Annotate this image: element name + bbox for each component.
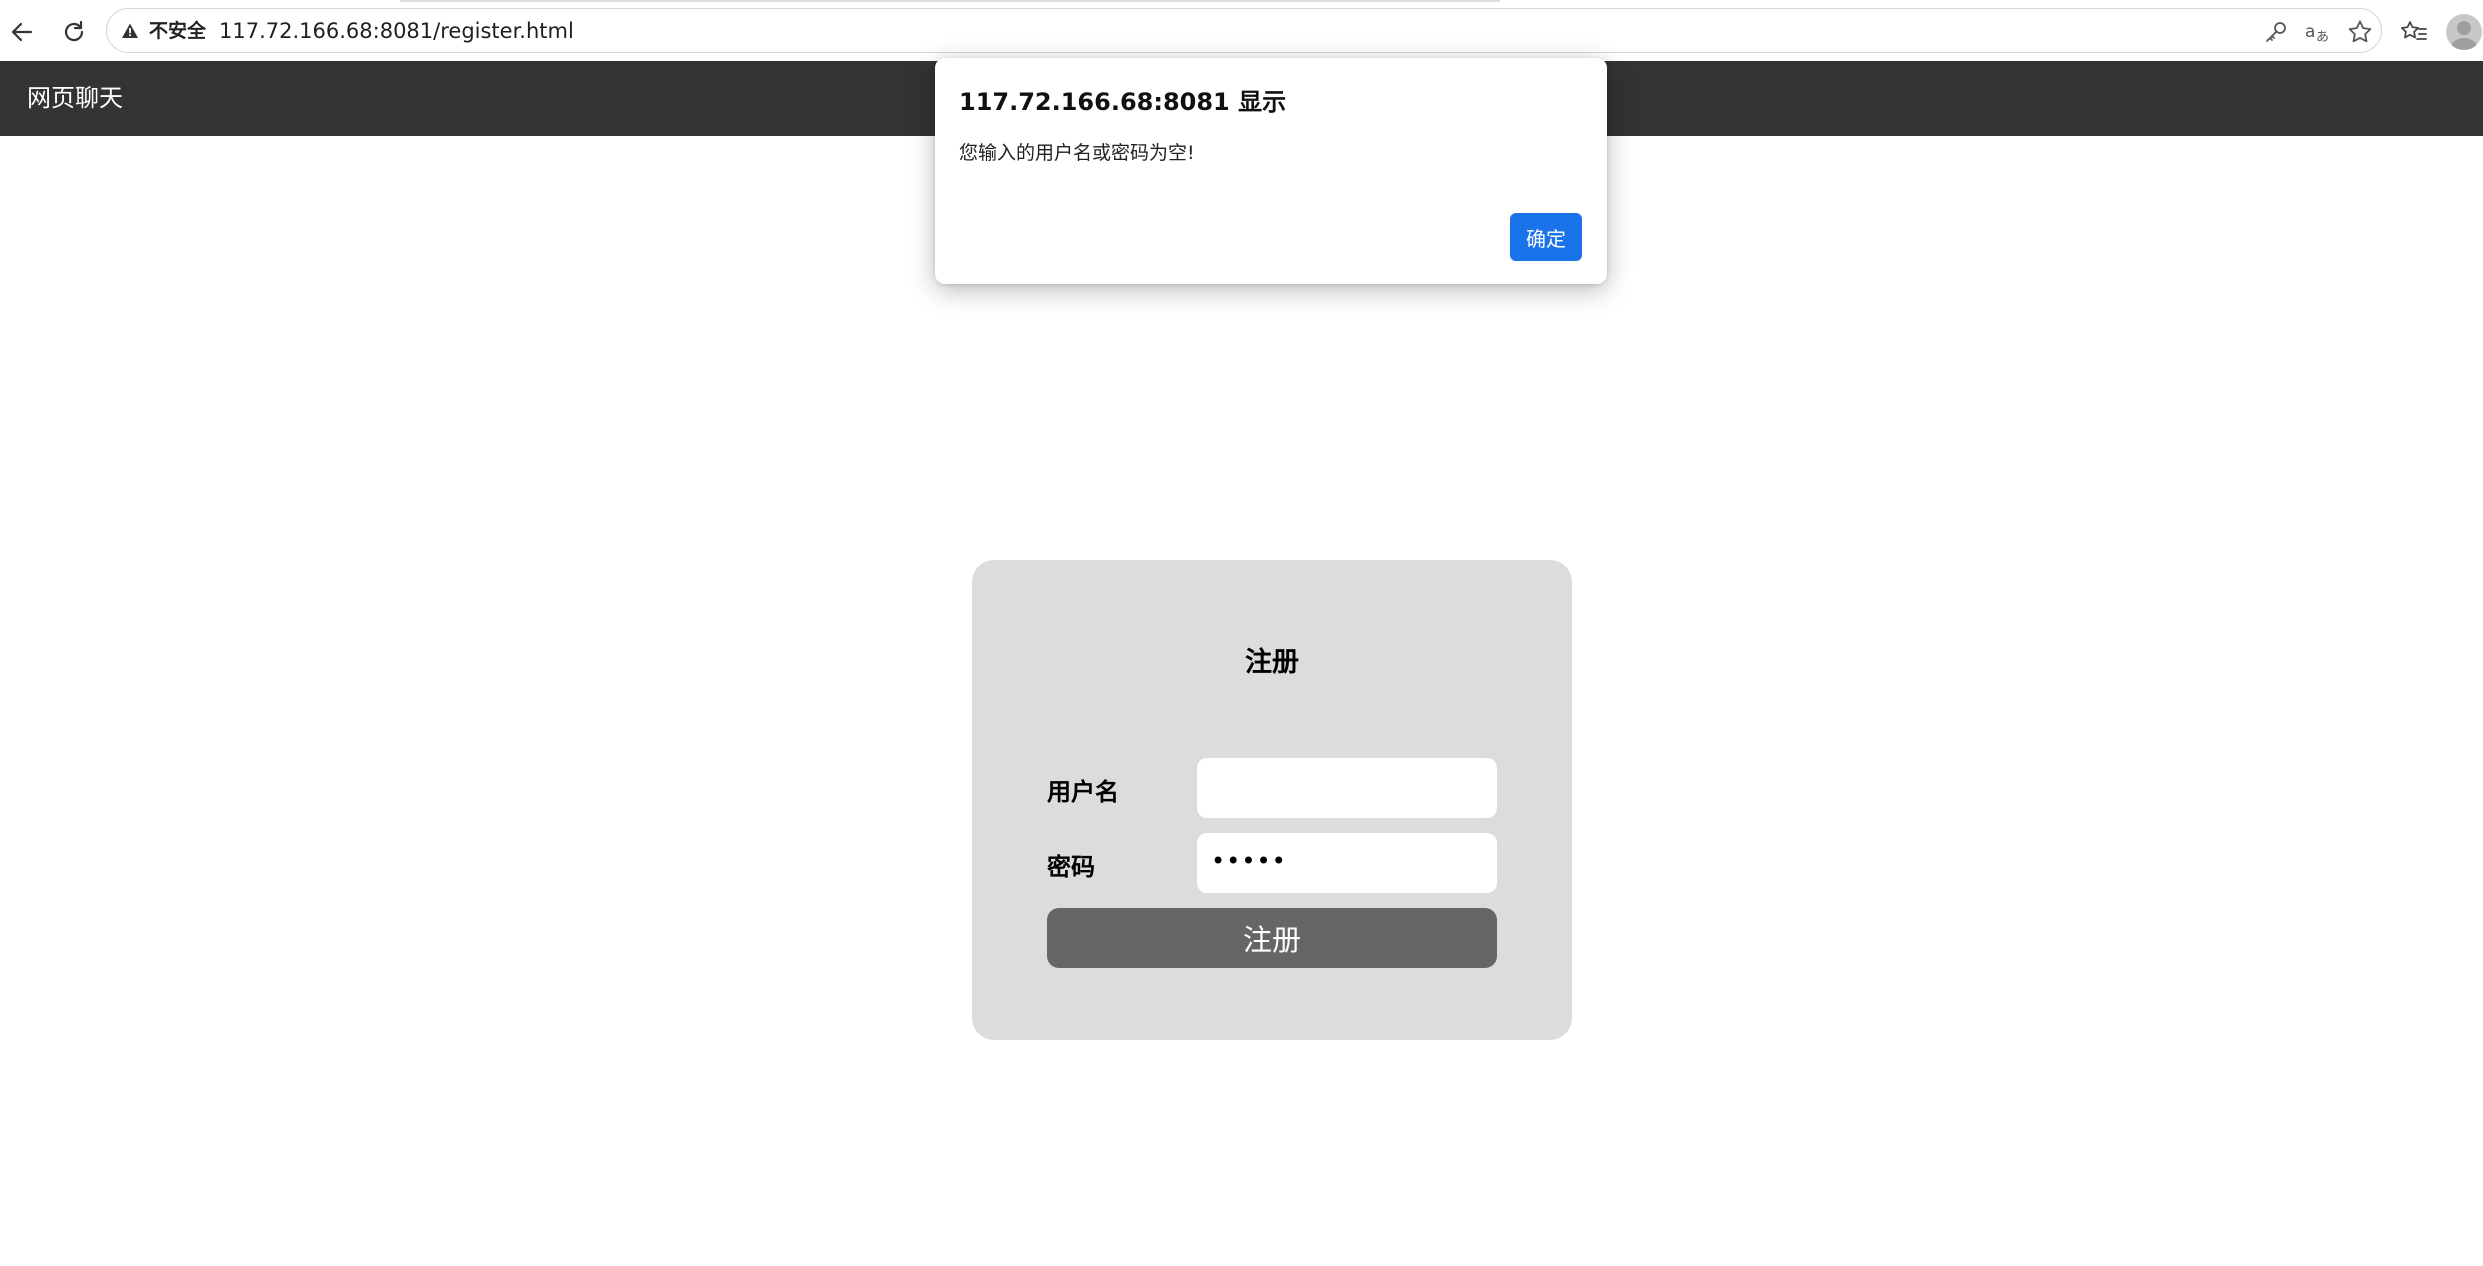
alert-message: 您输入的用户名或密码为空! <box>959 142 1195 164</box>
register-card: 注册 用户名 密码 ••••• 注册 <box>972 560 1572 1040</box>
back-arrow-icon[interactable] <box>2 12 42 52</box>
url-text[interactable]: 117.72.166.68:8081/register.html <box>219 18 574 44</box>
browser-toolbar: 不安全 117.72.166.68:8081/register.html aあ <box>0 0 2483 61</box>
warning-icon[interactable] <box>119 20 141 42</box>
app-title: 网页聊天 <box>27 84 123 112</box>
alert-title: 117.72.166.68:8081 显示 <box>959 88 1287 116</box>
register-submit-button[interactable]: 注册 <box>1047 908 1497 968</box>
password-input[interactable]: ••••• <box>1197 833 1497 893</box>
username-label: 用户名 <box>1047 778 1119 806</box>
star-icon[interactable] <box>2345 17 2375 47</box>
translate-icon[interactable]: aあ <box>2303 17 2333 47</box>
alert-ok-button[interactable]: 确定 <box>1510 213 1582 261</box>
username-input[interactable] <box>1197 758 1497 818</box>
svg-text:a: a <box>2305 22 2315 42</box>
address-bar[interactable]: 不安全 117.72.166.68:8081/register.html aあ <box>106 8 2382 53</box>
tab-strip-edge <box>400 0 1500 2</box>
alert-dialog: 117.72.166.68:8081 显示 您输入的用户名或密码为空! 确定 <box>935 58 1607 284</box>
password-label: 密码 <box>1047 853 1095 881</box>
register-title: 注册 <box>1245 647 1299 678</box>
profile-avatar[interactable] <box>2446 14 2482 50</box>
reload-icon[interactable] <box>54 12 94 52</box>
favorites-icon[interactable] <box>2394 12 2434 52</box>
password-mask: ••••• <box>1211 847 1287 875</box>
svg-text:あ: あ <box>2316 30 2329 45</box>
security-label[interactable]: 不安全 <box>149 18 206 44</box>
key-icon[interactable] <box>2261 17 2291 47</box>
